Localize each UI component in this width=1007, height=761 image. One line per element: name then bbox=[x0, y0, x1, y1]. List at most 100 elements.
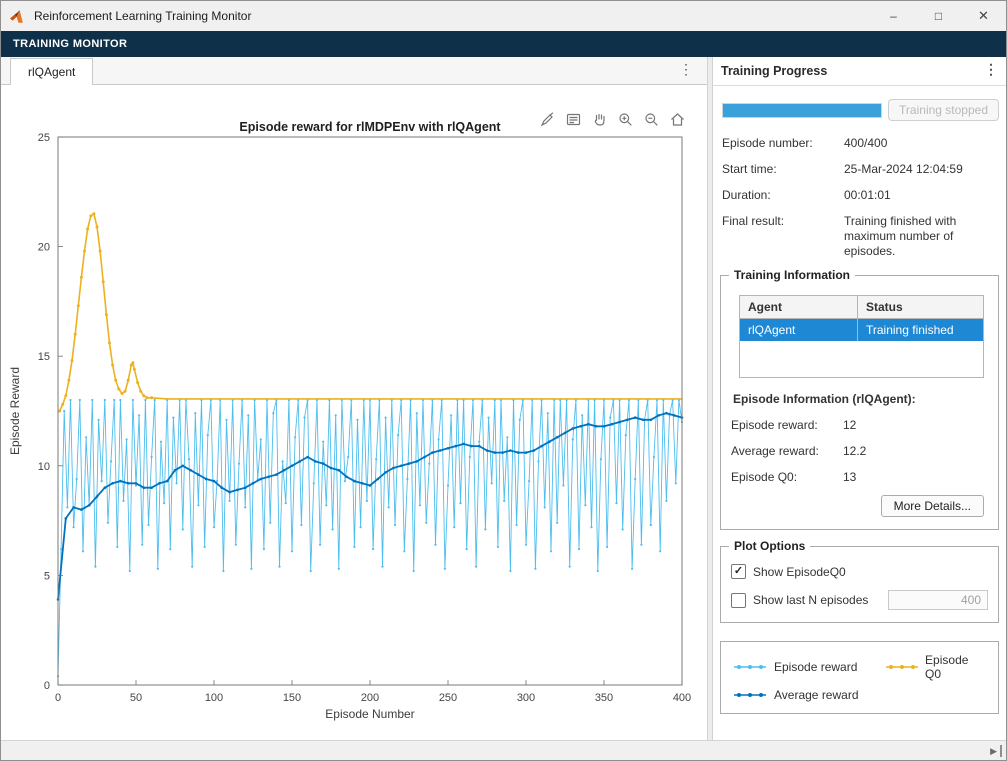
svg-text:250: 250 bbox=[439, 692, 457, 704]
agent-status-table: Agent Status rlQAgent Training finished bbox=[739, 295, 984, 378]
episode-q0-line-sample bbox=[885, 662, 918, 672]
show-episodeq0-row: ✓ Show EpisodeQ0 bbox=[731, 564, 988, 579]
info-row-start-time: Start time: 25-Mar-2024 12:04:59 bbox=[722, 162, 999, 177]
episode-information-title: Episode Information (rlQAgent): bbox=[733, 392, 988, 406]
window-controls: – □ ✕ bbox=[871, 1, 1006, 31]
show-last-n-checkbox[interactable] bbox=[731, 593, 746, 608]
episode-q0-row: Episode Q0: 13 bbox=[731, 470, 988, 484]
document-tabstrip: rlQAgent ⋮ bbox=[1, 57, 707, 85]
average-reward-row: Average reward: 12.2 bbox=[731, 444, 988, 458]
more-details-button[interactable]: More Details... bbox=[881, 495, 984, 517]
zoom-out-icon[interactable] bbox=[642, 111, 661, 128]
table-empty-area bbox=[740, 341, 983, 377]
svg-text:Episode Number: Episode Number bbox=[325, 707, 414, 721]
info-value: 400/400 bbox=[844, 136, 999, 151]
info-value: Training finished with maximum number of… bbox=[844, 214, 999, 259]
svg-text:350: 350 bbox=[595, 692, 613, 704]
svg-text:200: 200 bbox=[361, 692, 379, 704]
svg-text:150: 150 bbox=[283, 692, 301, 704]
toolstrip: TRAINING MONITOR bbox=[1, 31, 1006, 57]
svg-text:100: 100 bbox=[205, 692, 223, 704]
svg-text:0: 0 bbox=[55, 692, 61, 704]
episode-reward-value: 12 bbox=[843, 418, 856, 432]
window-title: Reinforcement Learning Training Monitor bbox=[34, 9, 251, 23]
plot-options-group: Plot Options ✓ Show EpisodeQ0 Show last … bbox=[720, 546, 999, 623]
info-row-final-result: Final result: Training finished with max… bbox=[722, 214, 999, 259]
document-area: rlQAgent ⋮ 0 50 100 150 200 250 300 350 400 0 5 10 1… bbox=[1, 57, 707, 742]
tabstrip-menu-icon[interactable]: ⋮ bbox=[675, 61, 697, 78]
panel-menu-icon[interactable]: ⋮ bbox=[980, 61, 1002, 78]
tab-rlqagent[interactable]: rlQAgent bbox=[10, 58, 93, 85]
table-row[interactable]: rlQAgent Training finished bbox=[740, 319, 983, 341]
scroll-right-icon[interactable]: ▶ bbox=[990, 745, 1002, 757]
table-cell-status: Training finished bbox=[858, 319, 983, 341]
legend-item-episode-reward: Episode reward bbox=[733, 653, 885, 681]
show-last-n-label: Show last N episodes bbox=[753, 593, 868, 607]
app-window: Reinforcement Learning Training Monitor … bbox=[0, 0, 1007, 761]
zoom-in-icon[interactable] bbox=[616, 111, 635, 128]
panel-title: Training Progress bbox=[721, 64, 827, 78]
panel-header: Training Progress ⋮ bbox=[713, 57, 1007, 86]
legend-label: Episode reward bbox=[774, 660, 857, 674]
show-episodeq0-checkbox[interactable]: ✓ bbox=[731, 564, 746, 579]
training-stopped-button[interactable]: Training stopped bbox=[888, 99, 999, 121]
progress-row: Training stopped bbox=[722, 99, 999, 121]
pan-icon[interactable] bbox=[590, 111, 609, 128]
training-information-title: Training Information bbox=[729, 268, 855, 282]
svg-text:400: 400 bbox=[673, 692, 691, 704]
episode-reward-line-sample bbox=[733, 662, 767, 672]
table-header-row: Agent Status bbox=[740, 296, 983, 319]
info-row-episode-number: Episode number: 400/400 bbox=[722, 136, 999, 151]
close-button[interactable]: ✕ bbox=[961, 1, 1006, 31]
toolstrip-tab-training-monitor[interactable]: TRAINING MONITOR bbox=[1, 31, 139, 57]
figure-container: 0 50 100 150 200 250 300 350 400 0 5 10 15 20 25 Episod… bbox=[1, 85, 707, 742]
restore-view-icon[interactable] bbox=[668, 111, 687, 128]
legend-label: Average reward bbox=[774, 688, 859, 702]
info-value: 00:01:01 bbox=[844, 188, 999, 203]
table-header-status: Status bbox=[858, 296, 983, 318]
info-label: Duration: bbox=[722, 188, 844, 203]
svg-text:10: 10 bbox=[38, 461, 50, 473]
legend-item-average-reward: Average reward bbox=[733, 688, 885, 702]
info-label: Episode number: bbox=[722, 136, 844, 151]
progress-info: Episode number: 400/400 Start time: 25-M… bbox=[722, 136, 999, 259]
legend-item-episode-q0: Episode Q0 bbox=[885, 653, 986, 681]
svg-text:300: 300 bbox=[517, 692, 535, 704]
average-reward-label: Average reward: bbox=[731, 444, 843, 458]
brush-icon[interactable] bbox=[538, 111, 557, 128]
minimize-button[interactable]: – bbox=[871, 1, 916, 31]
svg-text:5: 5 bbox=[44, 570, 50, 582]
reward-chart[interactable]: 0 50 100 150 200 250 300 350 400 0 5 10 15 20 25 Episod… bbox=[1, 85, 701, 741]
plot-options-title: Plot Options bbox=[729, 539, 810, 553]
svg-text:25: 25 bbox=[38, 132, 50, 144]
maximize-button[interactable]: □ bbox=[916, 1, 961, 31]
info-label: Start time: bbox=[722, 162, 844, 177]
info-label: Final result: bbox=[722, 214, 844, 259]
axes-toolbar bbox=[538, 111, 687, 128]
status-bar: ▶ bbox=[1, 740, 1006, 760]
show-episodeq0-label: Show EpisodeQ0 bbox=[753, 565, 846, 579]
last-n-episodes-field[interactable] bbox=[888, 590, 988, 610]
datatips-icon[interactable] bbox=[564, 111, 583, 128]
episode-q0-label: Episode Q0: bbox=[731, 470, 843, 484]
svg-text:Episode Reward: Episode Reward bbox=[8, 367, 22, 455]
svg-text:15: 15 bbox=[38, 351, 50, 363]
svg-text:Episode reward for rlMDPEnv wi: Episode reward for rlMDPEnv with rlQAgen… bbox=[239, 120, 501, 134]
info-row-duration: Duration: 00:01:01 bbox=[722, 188, 999, 203]
title-bar: Reinforcement Learning Training Monitor … bbox=[1, 1, 1006, 31]
episode-q0-value: 13 bbox=[843, 470, 856, 484]
average-reward-value: 12.2 bbox=[843, 444, 866, 458]
legend-label: Episode Q0 bbox=[925, 653, 986, 681]
training-progress-panel: Training Progress ⋮ Training stopped Epi… bbox=[713, 57, 1007, 742]
svg-text:0: 0 bbox=[44, 680, 50, 692]
table-header-agent: Agent bbox=[740, 296, 858, 318]
info-value: 25-Mar-2024 12:04:59 bbox=[844, 162, 999, 177]
show-last-n-row: Show last N episodes bbox=[731, 590, 988, 610]
episode-reward-label: Episode reward: bbox=[731, 418, 843, 432]
table-cell-agent: rlQAgent bbox=[740, 319, 858, 341]
svg-text:50: 50 bbox=[130, 692, 142, 704]
episode-reward-row: Episode reward: 12 bbox=[731, 418, 988, 432]
training-information-group: Training Information Agent Status rlQAge… bbox=[720, 275, 999, 530]
progress-fill bbox=[723, 104, 881, 117]
svg-text:20: 20 bbox=[38, 242, 50, 254]
